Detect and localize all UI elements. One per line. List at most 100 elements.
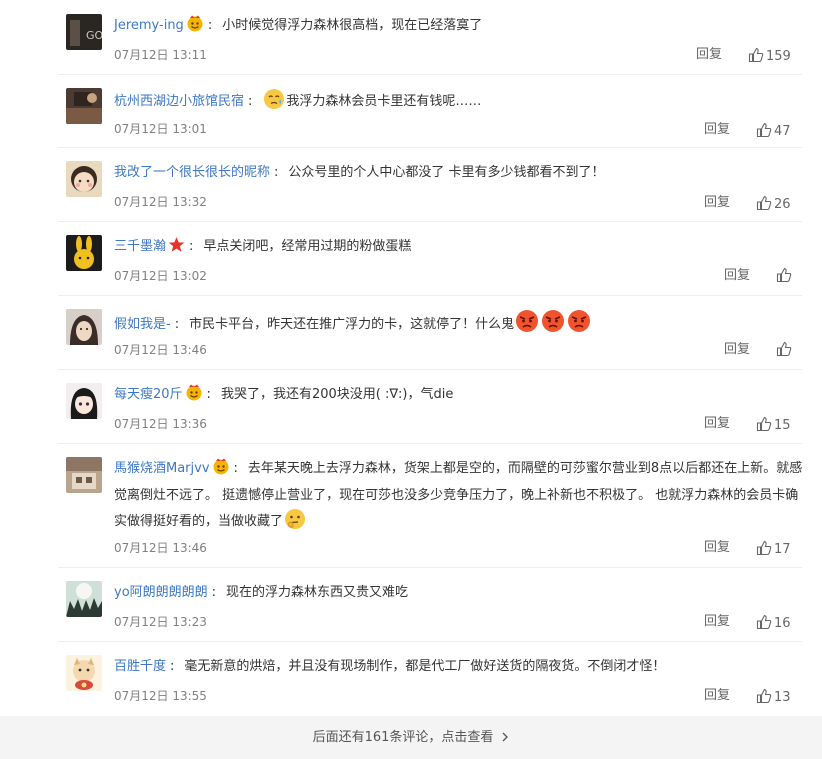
divider: [58, 567, 802, 568]
colon-separator: :: [248, 94, 253, 109]
thumbs-up-icon: [776, 341, 794, 358]
like-count: 17: [774, 542, 791, 557]
like-count: 15: [774, 418, 791, 433]
username-link[interactable]: 百胜千度: [114, 659, 166, 674]
like-button[interactable]: 17: [756, 540, 791, 559]
like-button[interactable]: [776, 267, 794, 286]
username-link[interactable]: 假如我是-: [114, 317, 171, 332]
comment-body: yo阿朗朗朗朗朗: 现在的浮力森林东西又贵又难吃: [114, 581, 798, 605]
comment-body: 每天瘦20斤: 我哭了，我还有200块没用( :∇:)，气die: [114, 383, 798, 410]
divider: [58, 295, 802, 296]
thumbs-up-icon: [756, 416, 774, 433]
reply-button[interactable]: 回复: [704, 688, 730, 704]
thumbs-up-icon: [756, 540, 774, 557]
reply-button[interactable]: 回复: [724, 268, 750, 284]
thumbs-up-icon: [756, 614, 774, 631]
thumbs-up-icon: [756, 688, 774, 705]
like-button[interactable]: [776, 341, 794, 360]
chevron-right-icon: [501, 730, 509, 745]
avatar[interactable]: [66, 235, 102, 271]
like-button[interactable]: 15: [756, 416, 791, 435]
comment-text: 毫无新意的烘焙，并且没有现场制作，都是代工厂做好送货的隔夜货。不倒闭才怪！: [184, 659, 666, 674]
comment-text: 小时候觉得浮力森林很高档，现在已经落寞了: [222, 18, 483, 33]
comment-body: 我改了一个很长很长的昵称: 公众号里的个人中心都没了 卡里有多少钱都看不到了！: [114, 161, 798, 185]
reply-button[interactable]: 回复: [704, 122, 730, 138]
thumbs-up-icon: [776, 267, 794, 284]
colon-separator: :: [233, 461, 238, 476]
comment-date: 07月12日 13:36: [114, 417, 207, 431]
reply-button[interactable]: 回复: [704, 416, 730, 432]
comment-date: 07月12日 13:01: [114, 122, 207, 136]
divider: [58, 221, 802, 222]
avatar[interactable]: [66, 383, 102, 419]
avatar[interactable]: [66, 161, 102, 197]
username-link[interactable]: 馬猴烧酒Marjvv: [114, 461, 210, 476]
colon-separator: :: [174, 317, 180, 332]
comment-body: 杭州西湖边小旅馆民宿: 我浮力森林会员卡里还有钱呢……: [114, 88, 798, 119]
comment-body: 三千墨瀚: 早点关闭吧，经常用过期的粉做蛋糕: [114, 235, 798, 262]
username-link[interactable]: yo阿朗朗朗朗朗: [114, 585, 208, 600]
comment-body: 馬猴烧酒Marjvv: 去年某天晚上去浮力森林，货架上都是空的，而隔壁的可莎蜜尔营…: [114, 457, 804, 539]
comment-text: 现在的浮力森林东西又贵又难吃: [226, 585, 409, 600]
username-link[interactable]: 每天瘦20斤: [114, 387, 183, 402]
angry-face-icon: [515, 309, 539, 342]
comment-text: 我浮力森林会员卡里还有钱呢……: [286, 94, 482, 109]
username-link[interactable]: Jeremy-ing: [114, 18, 184, 33]
reply-button[interactable]: 回复: [704, 614, 730, 630]
comment-date: 07月12日 13:55: [114, 689, 207, 703]
comment-date: 07月12日 13:02: [114, 269, 207, 283]
avatar[interactable]: [66, 457, 102, 493]
username-link[interactable]: 我改了一个很长很长的昵称: [114, 165, 270, 180]
divider: [58, 369, 802, 370]
reply-button[interactable]: 回复: [696, 47, 722, 63]
username-link[interactable]: 三千墨瀚: [114, 239, 166, 254]
comment-date: 07月12日 13:23: [114, 615, 207, 629]
comment-text: 我哭了，我还有200块没用( :∇:)，气die: [220, 387, 454, 402]
like-button[interactable]: 13: [756, 688, 791, 707]
divider: [58, 641, 802, 642]
avatar[interactable]: [66, 88, 102, 124]
svg-text:GO: GO: [86, 29, 102, 42]
like-button[interactable]: 16: [756, 614, 791, 633]
thumbs-up-icon: [748, 47, 766, 64]
reply-button[interactable]: 回复: [704, 195, 730, 211]
comment-body: Jeremy-ing: 小时候觉得浮力森林很高档，现在已经落寞了: [114, 14, 798, 41]
comment-body: 百胜千度: 毫无新意的烘焙，并且没有现场制作，都是代工厂做好送货的隔夜货。不倒闭才…: [114, 655, 798, 679]
colon-separator: :: [207, 18, 213, 33]
crown-emoji-icon: [186, 14, 204, 41]
like-count: 26: [774, 197, 791, 212]
angry-face-icon: [567, 309, 591, 342]
reply-button[interactable]: 回复: [724, 342, 750, 358]
load-more-comments-button[interactable]: 后面还有161条评论，点击查看: [0, 716, 822, 759]
reply-button[interactable]: 回复: [704, 540, 730, 556]
like-count: 13: [774, 690, 791, 705]
avatar[interactable]: GO: [66, 14, 102, 50]
comment-date: 07月12日 13:11: [114, 48, 207, 62]
like-count: 16: [774, 616, 791, 631]
avatar[interactable]: [66, 655, 102, 691]
like-button[interactable]: 47: [756, 122, 791, 141]
colon-separator: :: [170, 659, 175, 674]
username-link[interactable]: 杭州西湖边小旅馆民宿: [114, 94, 244, 109]
comment-date: 07月12日 13:32: [114, 195, 207, 209]
colon-separator: :: [189, 239, 194, 254]
colon-separator: :: [211, 585, 217, 600]
avatar[interactable]: [66, 581, 102, 617]
divider: [58, 147, 802, 148]
comment-date: 07月12日 13:46: [114, 343, 207, 357]
comment-text: 早点关闭吧，经常用过期的粉做蛋糕: [203, 239, 412, 254]
red-star-icon: [168, 236, 185, 262]
avatar[interactable]: [66, 309, 102, 345]
load-more-label: 后面还有161条评论，点击查看: [312, 730, 494, 745]
like-button[interactable]: 159: [748, 47, 791, 66]
thumbs-up-icon: [756, 122, 774, 139]
comment-body: 假如我是-: 市民卡平台，昨天还在推广浮力的卡，这就停了！什么鬼: [114, 309, 798, 342]
like-button[interactable]: 26: [756, 195, 791, 214]
crown-emoji-icon: [185, 383, 203, 410]
colon-separator: :: [274, 165, 279, 180]
divider: [58, 443, 802, 444]
crying-face-icon: [263, 88, 285, 119]
thinking-face-icon: [284, 508, 306, 539]
thumbs-up-icon: [756, 195, 774, 212]
divider: [58, 74, 802, 75]
